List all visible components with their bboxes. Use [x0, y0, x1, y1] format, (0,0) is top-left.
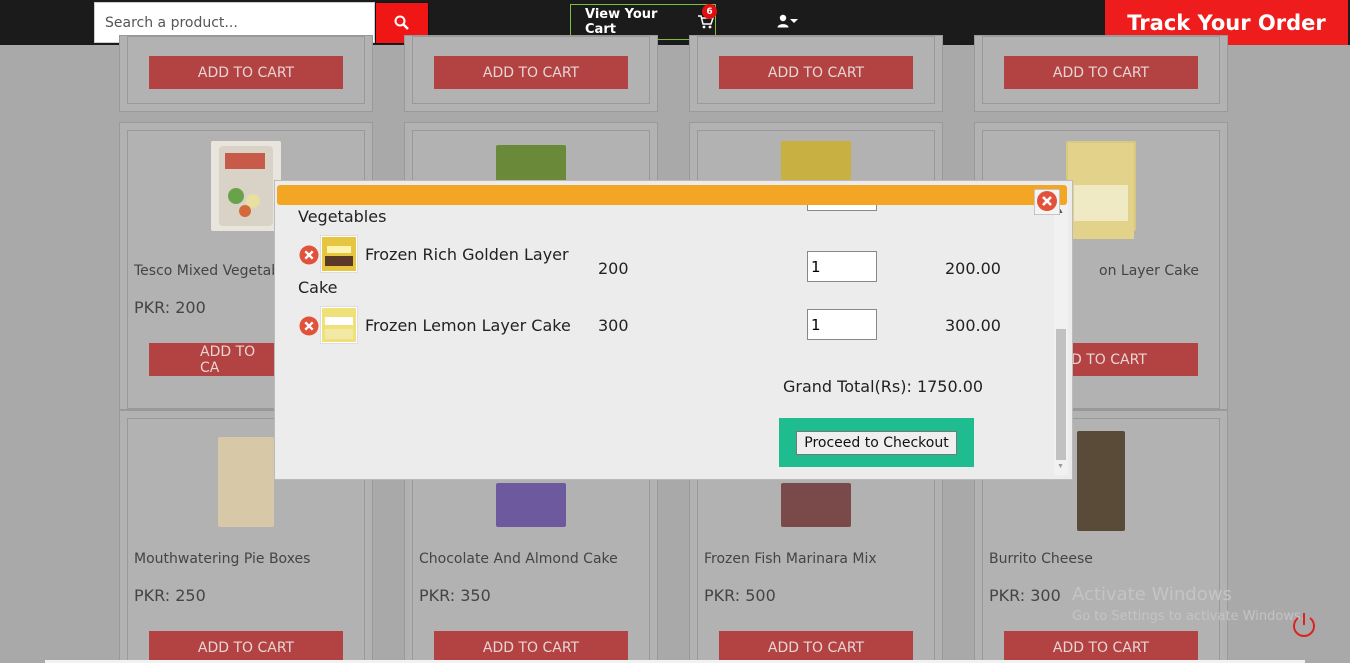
- add-to-cart-button[interactable]: ADD TO CART: [719, 631, 913, 663]
- cart-count-badge: 6: [702, 4, 717, 19]
- product-name: Chocolate And Almond Cake: [419, 551, 618, 567]
- checkout-panel: Proceed to Checkout: [779, 418, 974, 467]
- scrollbar-thumb[interactable]: [1056, 329, 1066, 460]
- add-to-cart-button[interactable]: ADD TO CART: [1004, 56, 1198, 89]
- product-name: Mouthwatering Pie Boxes: [134, 551, 311, 567]
- quantity-input[interactable]: [807, 205, 877, 211]
- view-cart-label: View Your Cart: [585, 7, 658, 37]
- cart-item-thumbnail: [320, 235, 358, 273]
- cart-item-name: Frozen Lemon Layer Cake: [365, 316, 571, 335]
- activate-windows-title: Activate Windows: [1072, 584, 1232, 605]
- modal-scrollbar[interactable]: ▲ ▼: [1054, 205, 1068, 475]
- cart-item-total: 300.00: [945, 316, 1001, 335]
- product-image: [211, 141, 281, 231]
- cart-item-price: 300: [598, 316, 629, 335]
- product-price: PKR: 200: [134, 298, 206, 317]
- cart-item-total: 200.00: [945, 259, 1001, 278]
- scroll-down-arrow-icon[interactable]: ▼: [1057, 463, 1064, 470]
- user-menu-button[interactable]: [777, 14, 798, 28]
- cart-modal: Vegetables Frozen Rich Golden Layer Cake…: [274, 180, 1073, 480]
- power-icon: [1293, 613, 1315, 637]
- modal-header-bar: [277, 185, 1067, 205]
- product-card: ADD TO CART: [974, 35, 1228, 112]
- product-card: ADD TO CART: [689, 35, 943, 112]
- cart-item-name: Vegetables: [298, 207, 387, 226]
- cart-items-list: Vegetables Frozen Rich Golden Layer Cake…: [275, 205, 1053, 479]
- product-name: Burrito Cheese: [989, 551, 1093, 567]
- product-image: [781, 141, 851, 181]
- product-image: [1077, 431, 1125, 531]
- add-to-cart-button[interactable]: ADD TO CART: [434, 631, 628, 663]
- product-price: PKR: 300: [989, 586, 1061, 605]
- product-card: ADD TO CART: [404, 35, 658, 112]
- add-to-cart-button[interactable]: ADD TO CA: [149, 343, 277, 376]
- product-image: [781, 483, 851, 527]
- scroll-top-button[interactable]: [1290, 611, 1318, 646]
- cart-item-name: Frozen Rich Golden Layer: [365, 245, 569, 264]
- add-to-cart-button[interactable]: ADD TO CART: [1004, 631, 1198, 663]
- caret-down-icon: [790, 19, 798, 23]
- product-card: ADD TO CART: [119, 35, 373, 112]
- quantity-input[interactable]: [807, 309, 877, 340]
- add-to-cart-button[interactable]: D TO CART: [1071, 343, 1198, 376]
- add-to-cart-button[interactable]: ADD TO CART: [434, 56, 628, 89]
- close-modal-icon[interactable]: [1034, 189, 1060, 215]
- product-name: Tesco Mixed Vegetab: [134, 263, 281, 279]
- add-to-cart-button[interactable]: ADD TO CART: [149, 631, 343, 663]
- quantity-input[interactable]: [807, 251, 877, 282]
- remove-item-icon[interactable]: [299, 245, 319, 265]
- cart-item-price: 200: [598, 259, 629, 278]
- product-image: [496, 483, 566, 527]
- user-icon: [777, 14, 789, 28]
- product-price: PKR: 500: [704, 586, 776, 605]
- product-price: PKR: 350: [419, 586, 491, 605]
- add-to-cart-button[interactable]: ADD TO CART: [719, 56, 913, 89]
- cart-item-thumbnail: [320, 306, 358, 344]
- grand-total: Grand Total(Rs): 1750.00: [783, 377, 984, 396]
- product-image: [496, 145, 566, 185]
- add-to-cart-button[interactable]: ADD TO CART: [149, 56, 343, 89]
- cart-item-name-continued: Cake: [298, 278, 338, 297]
- product-image: [218, 437, 274, 527]
- remove-item-icon[interactable]: [299, 316, 319, 336]
- product-image: [1066, 141, 1136, 239]
- activate-windows-subtitle: Go to Settings to activate Windows.: [1072, 609, 1305, 624]
- search-icon: [394, 15, 409, 30]
- product-name: Frozen Fish Marinara Mix: [704, 551, 877, 567]
- proceed-to-checkout-button[interactable]: Proceed to Checkout: [796, 430, 957, 455]
- product-price: PKR: 250: [134, 586, 206, 605]
- product-name: on Layer Cake: [1099, 263, 1199, 279]
